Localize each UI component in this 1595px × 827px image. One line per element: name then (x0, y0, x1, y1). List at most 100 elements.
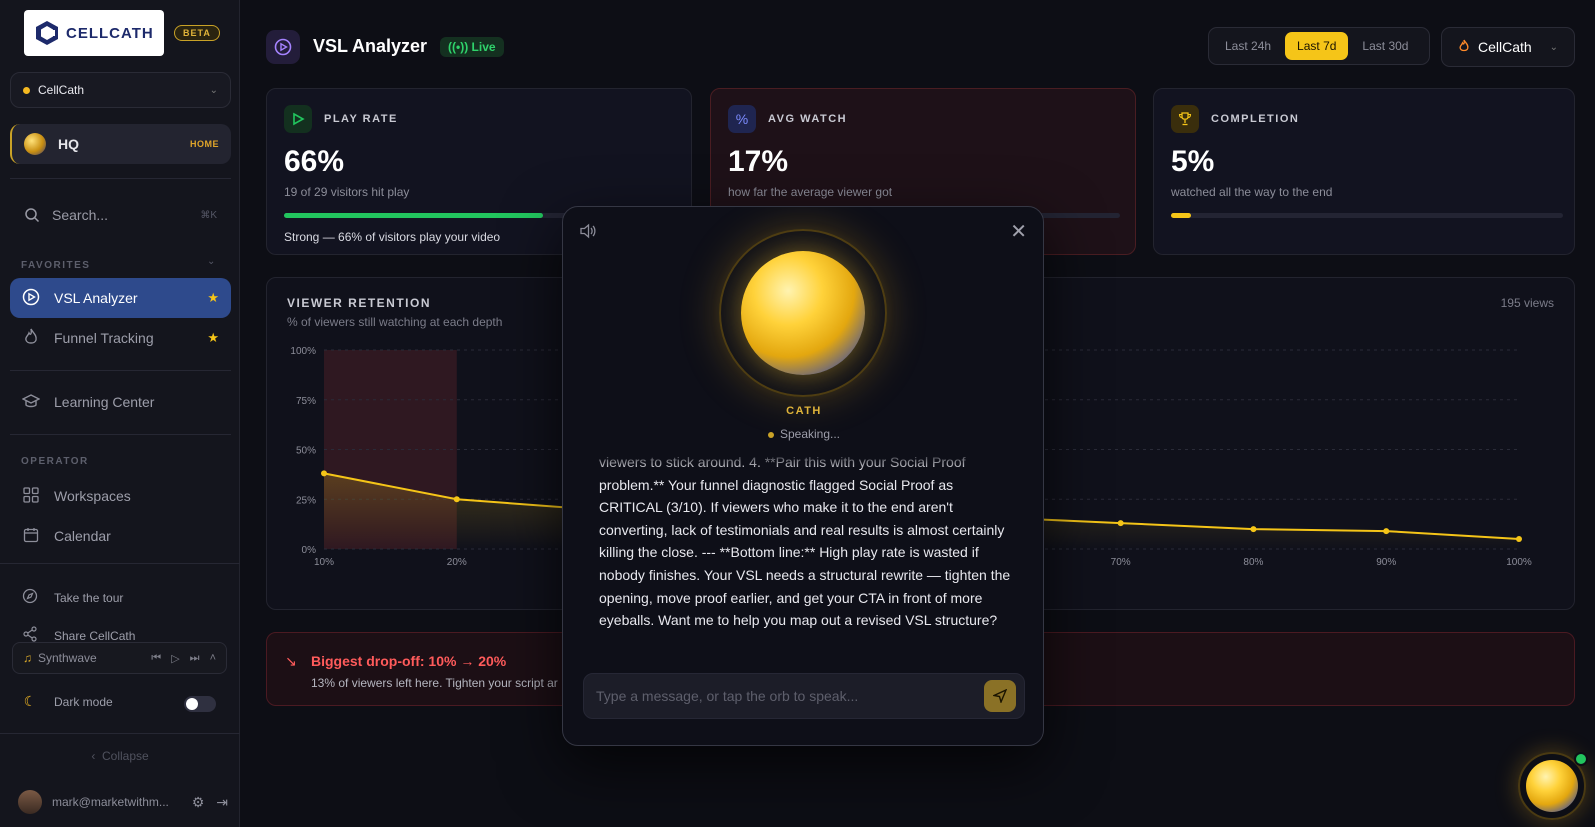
page-title: VSL Analyzer (313, 36, 428, 56)
sidebar-item-funnel-tracking[interactable]: Funnel Tracking ★ (10, 318, 231, 358)
progress-fill (284, 213, 543, 218)
sidebar-item-label: VSL Analyzer (54, 290, 138, 306)
moon-icon: ☾ (23, 693, 37, 709)
y-tick-label: 50% (296, 446, 316, 457)
play-circle-icon (22, 288, 40, 309)
card-value: 17% (728, 145, 789, 178)
dropoff-subtitle: 13% of viewers left here. Tighten your s… (311, 676, 558, 690)
flame-icon (1458, 39, 1470, 56)
sidebar-item-learning-center[interactable]: Learning Center (10, 382, 231, 422)
broadcast-icon: ((•)) (448, 40, 469, 54)
cath-orb[interactable] (719, 229, 887, 397)
online-indicator (1574, 752, 1588, 766)
player-controls: ⏮ ▷ ⏭ ˄ (151, 652, 216, 665)
live-label: Live (471, 40, 496, 54)
avatar[interactable] (18, 790, 42, 814)
progress-fill (1171, 213, 1191, 218)
y-tick-label: 75% (296, 396, 316, 407)
chevron-left-icon: ‹ (91, 749, 96, 763)
y-tick-label: 100% (290, 346, 316, 357)
card-subtitle: watched all the way to the end (1171, 185, 1333, 199)
collapse-button[interactable]: ‹ Collapse (0, 749, 240, 763)
take-tour-link[interactable]: Take the tour (22, 588, 123, 607)
dark-mode-label: Dark mode (54, 694, 113, 709)
data-point (1516, 536, 1522, 543)
chevron-down-icon: ⌄ (1549, 41, 1558, 53)
toggle-knob (186, 698, 198, 710)
y-tick-label: 25% (296, 495, 316, 506)
divider (10, 370, 231, 371)
workspace-name: CellCath (38, 83, 85, 97)
star-icon[interactable]: ★ (207, 290, 219, 306)
divider (0, 563, 240, 564)
sidebar-item-workspaces[interactable]: Workspaces (10, 476, 231, 516)
floating-assistant-orb[interactable] (1518, 752, 1588, 820)
y-tick-label: 0% (302, 545, 317, 556)
calendar-icon (22, 527, 40, 546)
sidebar-item-label: Learning Center (54, 394, 155, 410)
play-icon[interactable]: ▷ (171, 652, 179, 665)
x-tick-label: 100% (1506, 557, 1532, 568)
x-tick-label: 80% (1243, 557, 1263, 568)
dropoff-title: Biggest drop-off: 10% → 20% (311, 653, 507, 669)
status-dot-icon (767, 431, 774, 438)
logo[interactable]: CELLCATH (24, 10, 164, 56)
previous-track-icon[interactable]: ⏮ (151, 652, 161, 665)
card-value: 5% (1171, 145, 1215, 178)
data-point (453, 496, 460, 503)
sidebar-item-label: Workspaces (54, 488, 131, 504)
home-badge: HOME (190, 139, 219, 149)
completion-card: COMPLETION 5% watched all the way to the… (1153, 88, 1575, 255)
dark-mode-row: ☾ Dark mode (22, 693, 113, 710)
assistant-status: Speaking... (563, 427, 1043, 441)
chat-input-row (583, 673, 1025, 719)
music-note-icon: ♫ (23, 651, 32, 665)
logo-row: CELLCATH BETA (24, 10, 220, 56)
beta-badge: BETA (174, 25, 220, 41)
trophy-icon (1171, 105, 1199, 133)
track-name: Synthwave (38, 651, 97, 665)
chevron-up-icon[interactable]: ˄ (210, 652, 216, 665)
close-icon[interactable]: ✕ (1010, 219, 1027, 244)
hq-item[interactable]: HQ HOME (10, 124, 231, 164)
hq-orb-icon (24, 133, 46, 155)
workspace-select[interactable]: CellCath ⌄ (10, 72, 231, 108)
collapse-label: Collapse (101, 749, 149, 763)
search-placeholder: Search... (52, 207, 109, 223)
sidebar-item-calendar[interactable]: Calendar (10, 516, 231, 556)
next-track-icon[interactable]: ⏭ (190, 652, 200, 665)
x-tick-label: 70% (1111, 557, 1131, 568)
dark-mode-toggle[interactable] (184, 696, 216, 712)
compass-icon (22, 588, 38, 607)
favorites-chevron-icon[interactable]: ⌄ (207, 256, 215, 267)
logo-text: CELLCATH (66, 24, 154, 42)
card-subtitle: 19 of 29 visitors hit play (284, 185, 410, 199)
message-text: viewers to stick around. 4. **Pair this … (599, 454, 1011, 629)
take-tour-label: Take the tour (54, 590, 124, 605)
send-button[interactable] (984, 680, 1016, 712)
card-label: AVG WATCH (768, 113, 848, 125)
sidebar-item-vsl-analyzer[interactable]: VSL Analyzer ★ (10, 278, 231, 318)
sidebar-item-label: Calendar (54, 528, 111, 544)
speaker-icon[interactable] (579, 223, 597, 242)
vsl-analyzer-icon (266, 30, 300, 64)
range-option-30d[interactable]: Last 30d (1350, 32, 1420, 60)
assistant-message: viewers to stick around. 4. **Pair this … (599, 451, 1015, 651)
progress-bar (1171, 213, 1563, 218)
orb-sphere (1526, 760, 1578, 812)
search-input[interactable]: Search... ⌘K (10, 198, 231, 232)
user-row: mark@marketwithm... ⚙ ⇥ (18, 790, 228, 814)
divider (10, 178, 231, 179)
x-tick-label: 90% (1376, 557, 1396, 568)
divider (0, 733, 240, 734)
star-icon[interactable]: ★ (207, 330, 219, 346)
status-text: Speaking... (779, 427, 841, 441)
range-option-24h[interactable]: Last 24h (1213, 32, 1283, 60)
logout-icon[interactable]: ⇥ (216, 794, 228, 811)
date-range-toggle: Last 24h Last 7d Last 30d (1208, 27, 1430, 65)
account-select[interactable]: CellCath ⌄ (1441, 27, 1575, 67)
music-player: ♫ Synthwave ⏮ ▷ ⏭ ˄ (12, 642, 227, 674)
chat-input[interactable] (596, 688, 984, 704)
range-option-7d[interactable]: Last 7d (1285, 32, 1349, 60)
settings-gear-icon[interactable]: ⚙ (192, 794, 205, 811)
